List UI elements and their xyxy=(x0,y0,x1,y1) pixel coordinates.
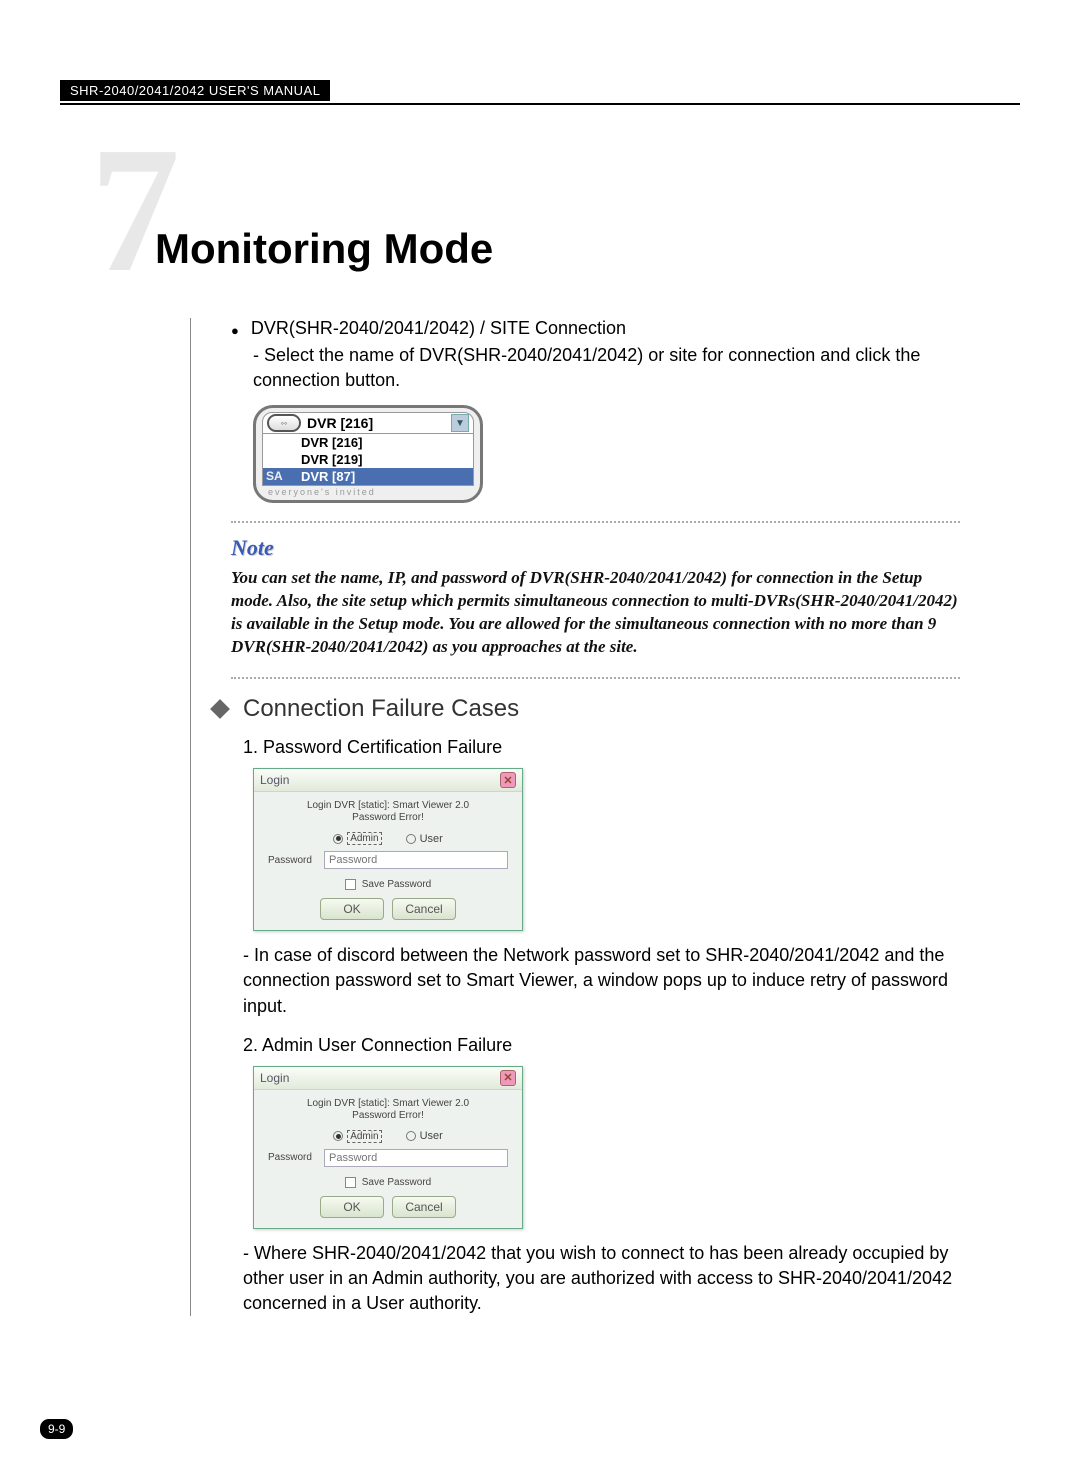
radio-admin-label: Admin xyxy=(347,832,381,845)
save-password-label: Save Password xyxy=(362,879,431,890)
dotted-separator xyxy=(231,521,960,523)
radio-icon xyxy=(406,834,416,844)
note-body: You can set the name, IP, and password o… xyxy=(231,567,960,659)
chevron-down-icon[interactable]: ▼ xyxy=(451,414,469,432)
case1-title: 1. Password Certification Failure xyxy=(243,737,960,758)
login-message: Login DVR [static]: Smart Viewer 2.0 Pas… xyxy=(254,792,522,826)
header-bar: SHR-2040/2041/2042 USER'S MANUAL xyxy=(60,80,1020,105)
login-dialog: Login ✕ Login DVR [static]: Smart Viewer… xyxy=(253,1066,523,1229)
close-icon[interactable]: ✕ xyxy=(500,772,516,788)
dvr-option[interactable]: DVR [216] xyxy=(263,434,473,451)
brand-text: SA xyxy=(266,469,283,483)
page-title: Monitoring Mode xyxy=(155,225,1020,273)
radio-admin[interactable]: Admin xyxy=(333,832,381,845)
password-input[interactable] xyxy=(324,851,508,869)
ok-button[interactable]: OK xyxy=(320,898,384,920)
radio-admin[interactable]: Admin xyxy=(333,1130,381,1143)
close-icon[interactable]: ✕ xyxy=(500,1070,516,1086)
login-title: Login xyxy=(260,1071,289,1085)
login-message-line1: Login DVR [static]: Smart Viewer 2.0 xyxy=(307,1098,469,1109)
radio-icon xyxy=(333,1131,343,1141)
dvr-footer-text: everyone's invited xyxy=(262,486,474,498)
checkbox-icon[interactable] xyxy=(345,879,356,890)
radio-user-label: User xyxy=(420,1130,443,1142)
radio-admin-label: Admin xyxy=(347,1130,381,1143)
dotted-separator xyxy=(231,677,960,679)
login-message-line2: Password Error! xyxy=(352,812,424,823)
intro-bullet-text: DVR(SHR-2040/2041/2042) / SITE Connectio… xyxy=(251,318,626,339)
login-button-row: OK Cancel xyxy=(254,898,522,930)
login-dialog: Login ✕ Login DVR [static]: Smart Viewer… xyxy=(253,768,523,931)
cancel-button[interactable]: Cancel xyxy=(392,898,456,920)
section-heading-row: Connection Failure Cases xyxy=(213,695,960,723)
login-title: Login xyxy=(260,773,289,787)
login-titlebar: Login ✕ xyxy=(254,769,522,792)
note-heading: Note xyxy=(231,535,960,561)
login-button-row: OK Cancel xyxy=(254,1196,522,1228)
content-area: ● DVR(SHR-2040/2041/2042) / SITE Connect… xyxy=(190,318,1020,1316)
dvr-dropdown: ◦◦ DVR [216] ▼ DVR [216] DVR [219] SA DV… xyxy=(253,405,483,503)
chapter-number-bg: 7 xyxy=(90,120,180,300)
login-titlebar: Login ✕ xyxy=(254,1067,522,1090)
save-password-label: Save Password xyxy=(362,1177,431,1188)
dvr-selected-text: DVR [216] xyxy=(307,415,451,431)
dvr-dropdown-screenshot: ◦◦ DVR [216] ▼ DVR [216] DVR [219] SA DV… xyxy=(253,405,483,503)
dvr-selected-row[interactable]: ◦◦ DVR [216] ▼ xyxy=(262,412,474,434)
intro-bullet: ● DVR(SHR-2040/2041/2042) / SITE Connect… xyxy=(231,318,960,339)
manual-label: SHR-2040/2041/2042 USER'S MANUAL xyxy=(60,80,330,101)
radio-icon xyxy=(333,834,343,844)
case2-title: 2. Admin User Connection Failure xyxy=(243,1035,960,1056)
bullet-dot-icon: ● xyxy=(231,323,239,338)
radio-user[interactable]: User xyxy=(406,1130,443,1142)
intro-sub-paragraph: - Select the name of DVR(SHR-2040/2041/2… xyxy=(253,343,960,393)
radio-user-label: User xyxy=(420,833,443,845)
dvr-option[interactable]: DVR [219] xyxy=(263,451,473,468)
checkbox-icon[interactable] xyxy=(345,1177,356,1188)
radio-icon xyxy=(406,1131,416,1141)
ok-button[interactable]: OK xyxy=(320,1196,384,1218)
save-password-row[interactable]: Save Password xyxy=(254,875,522,898)
password-row: Password xyxy=(254,851,522,875)
page-number: 9-9 xyxy=(40,1419,73,1439)
case2-description: - Where SHR-2040/2041/2042 that you wish… xyxy=(243,1241,960,1317)
password-input[interactable] xyxy=(324,1149,508,1167)
password-label: Password xyxy=(268,1152,316,1163)
diamond-bullet-icon xyxy=(210,699,230,719)
login-radio-row: Admin User xyxy=(254,826,522,851)
login-radio-row: Admin User xyxy=(254,1124,522,1149)
password-row: Password xyxy=(254,1149,522,1173)
login-message: Login DVR [static]: Smart Viewer 2.0 Pas… xyxy=(254,1090,522,1124)
login-message-line1: Login DVR [static]: Smart Viewer 2.0 xyxy=(307,800,469,811)
login-message-line2: Password Error! xyxy=(352,1110,424,1121)
cancel-button[interactable]: Cancel xyxy=(392,1196,456,1218)
case1-description: - In case of discord between the Network… xyxy=(243,943,960,1019)
dvr-option-list: DVR [216] DVR [219] SA DVR [87] xyxy=(262,434,474,486)
password-label: Password xyxy=(268,855,316,866)
save-password-row[interactable]: Save Password xyxy=(254,1173,522,1196)
radio-user[interactable]: User xyxy=(406,833,443,845)
dvr-option-text: DVR [87] xyxy=(301,469,355,484)
section-heading: Connection Failure Cases xyxy=(243,695,519,723)
dvr-option-highlighted[interactable]: SA DVR [87] xyxy=(263,468,473,485)
dvr-device-icon: ◦◦ xyxy=(267,414,301,432)
